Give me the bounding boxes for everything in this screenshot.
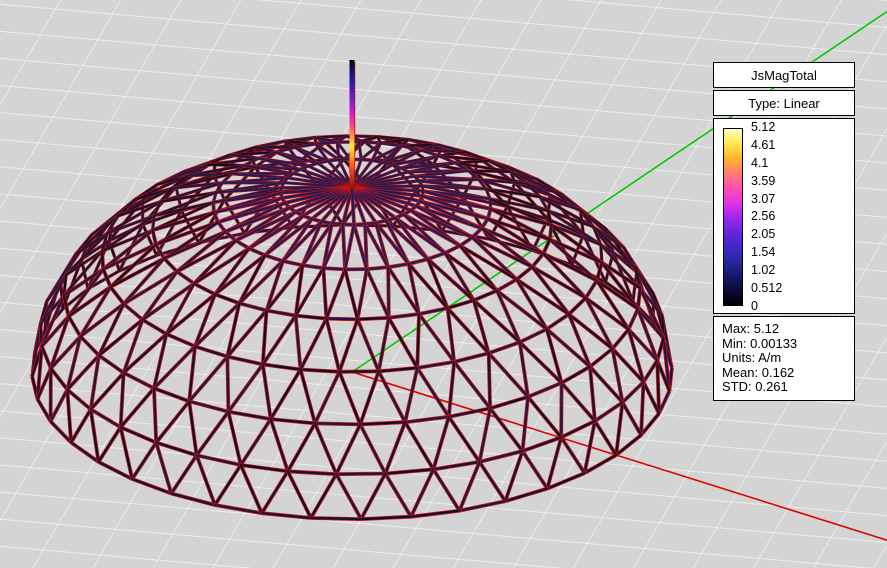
colorbar-tick-label: 2.56: [751, 210, 782, 223]
legend-stat-line: Max: 5.12: [722, 322, 850, 337]
legend-quantity-title: JsMagTotal: [713, 62, 855, 88]
colorbar: [723, 128, 743, 306]
legend-colorbar-box: 5.12 4.61 4.1 3.59 3.07 2.56 2.05 1.54 1.02 0.512…: [713, 118, 855, 314]
3d-viewport[interactable]: JsMagTotal Type: Linear 5.12 4.61 4.1 3.59 3…: [0, 0, 887, 568]
colorbar-tick-label: 1.02: [751, 264, 782, 277]
colorbar-tick-label: 3.07: [751, 193, 782, 206]
colorbar-tick-label: 2.05: [751, 228, 782, 241]
colorbar-tick-label: 1.54: [751, 246, 782, 259]
colorbar-tick-label: 4.1: [751, 157, 782, 170]
colorbar-tick-label: 4.61: [751, 139, 782, 152]
colorbar-tick-label: 0.512: [751, 282, 782, 295]
legend-scale-type: Type: Linear: [713, 90, 855, 116]
colorbar-tick-label: 3.59: [751, 175, 782, 188]
legend-stat-line: STD: 0.261: [722, 380, 850, 395]
colorbar-tick-label: 5.12: [751, 121, 782, 134]
legend-stat-line: Min: 0.00133: [722, 337, 850, 352]
legend-statistics: Max: 5.12Min: 0.00133Units: A/mMean: 0.1…: [713, 316, 855, 401]
colorbar-tick-label: 0: [751, 300, 782, 313]
dome-mesh: [32, 136, 672, 519]
legend-stat-line: Mean: 0.162: [722, 366, 850, 381]
legend-stat-line: Units: A/m: [722, 351, 850, 366]
legend-panel[interactable]: JsMagTotal Type: Linear 5.12 4.61 4.1 3.59 3…: [713, 62, 855, 403]
colorbar-tick-labels: 5.12 4.61 4.1 3.59 3.07 2.56 2.05 1.54 1.02 0.512…: [751, 121, 782, 313]
